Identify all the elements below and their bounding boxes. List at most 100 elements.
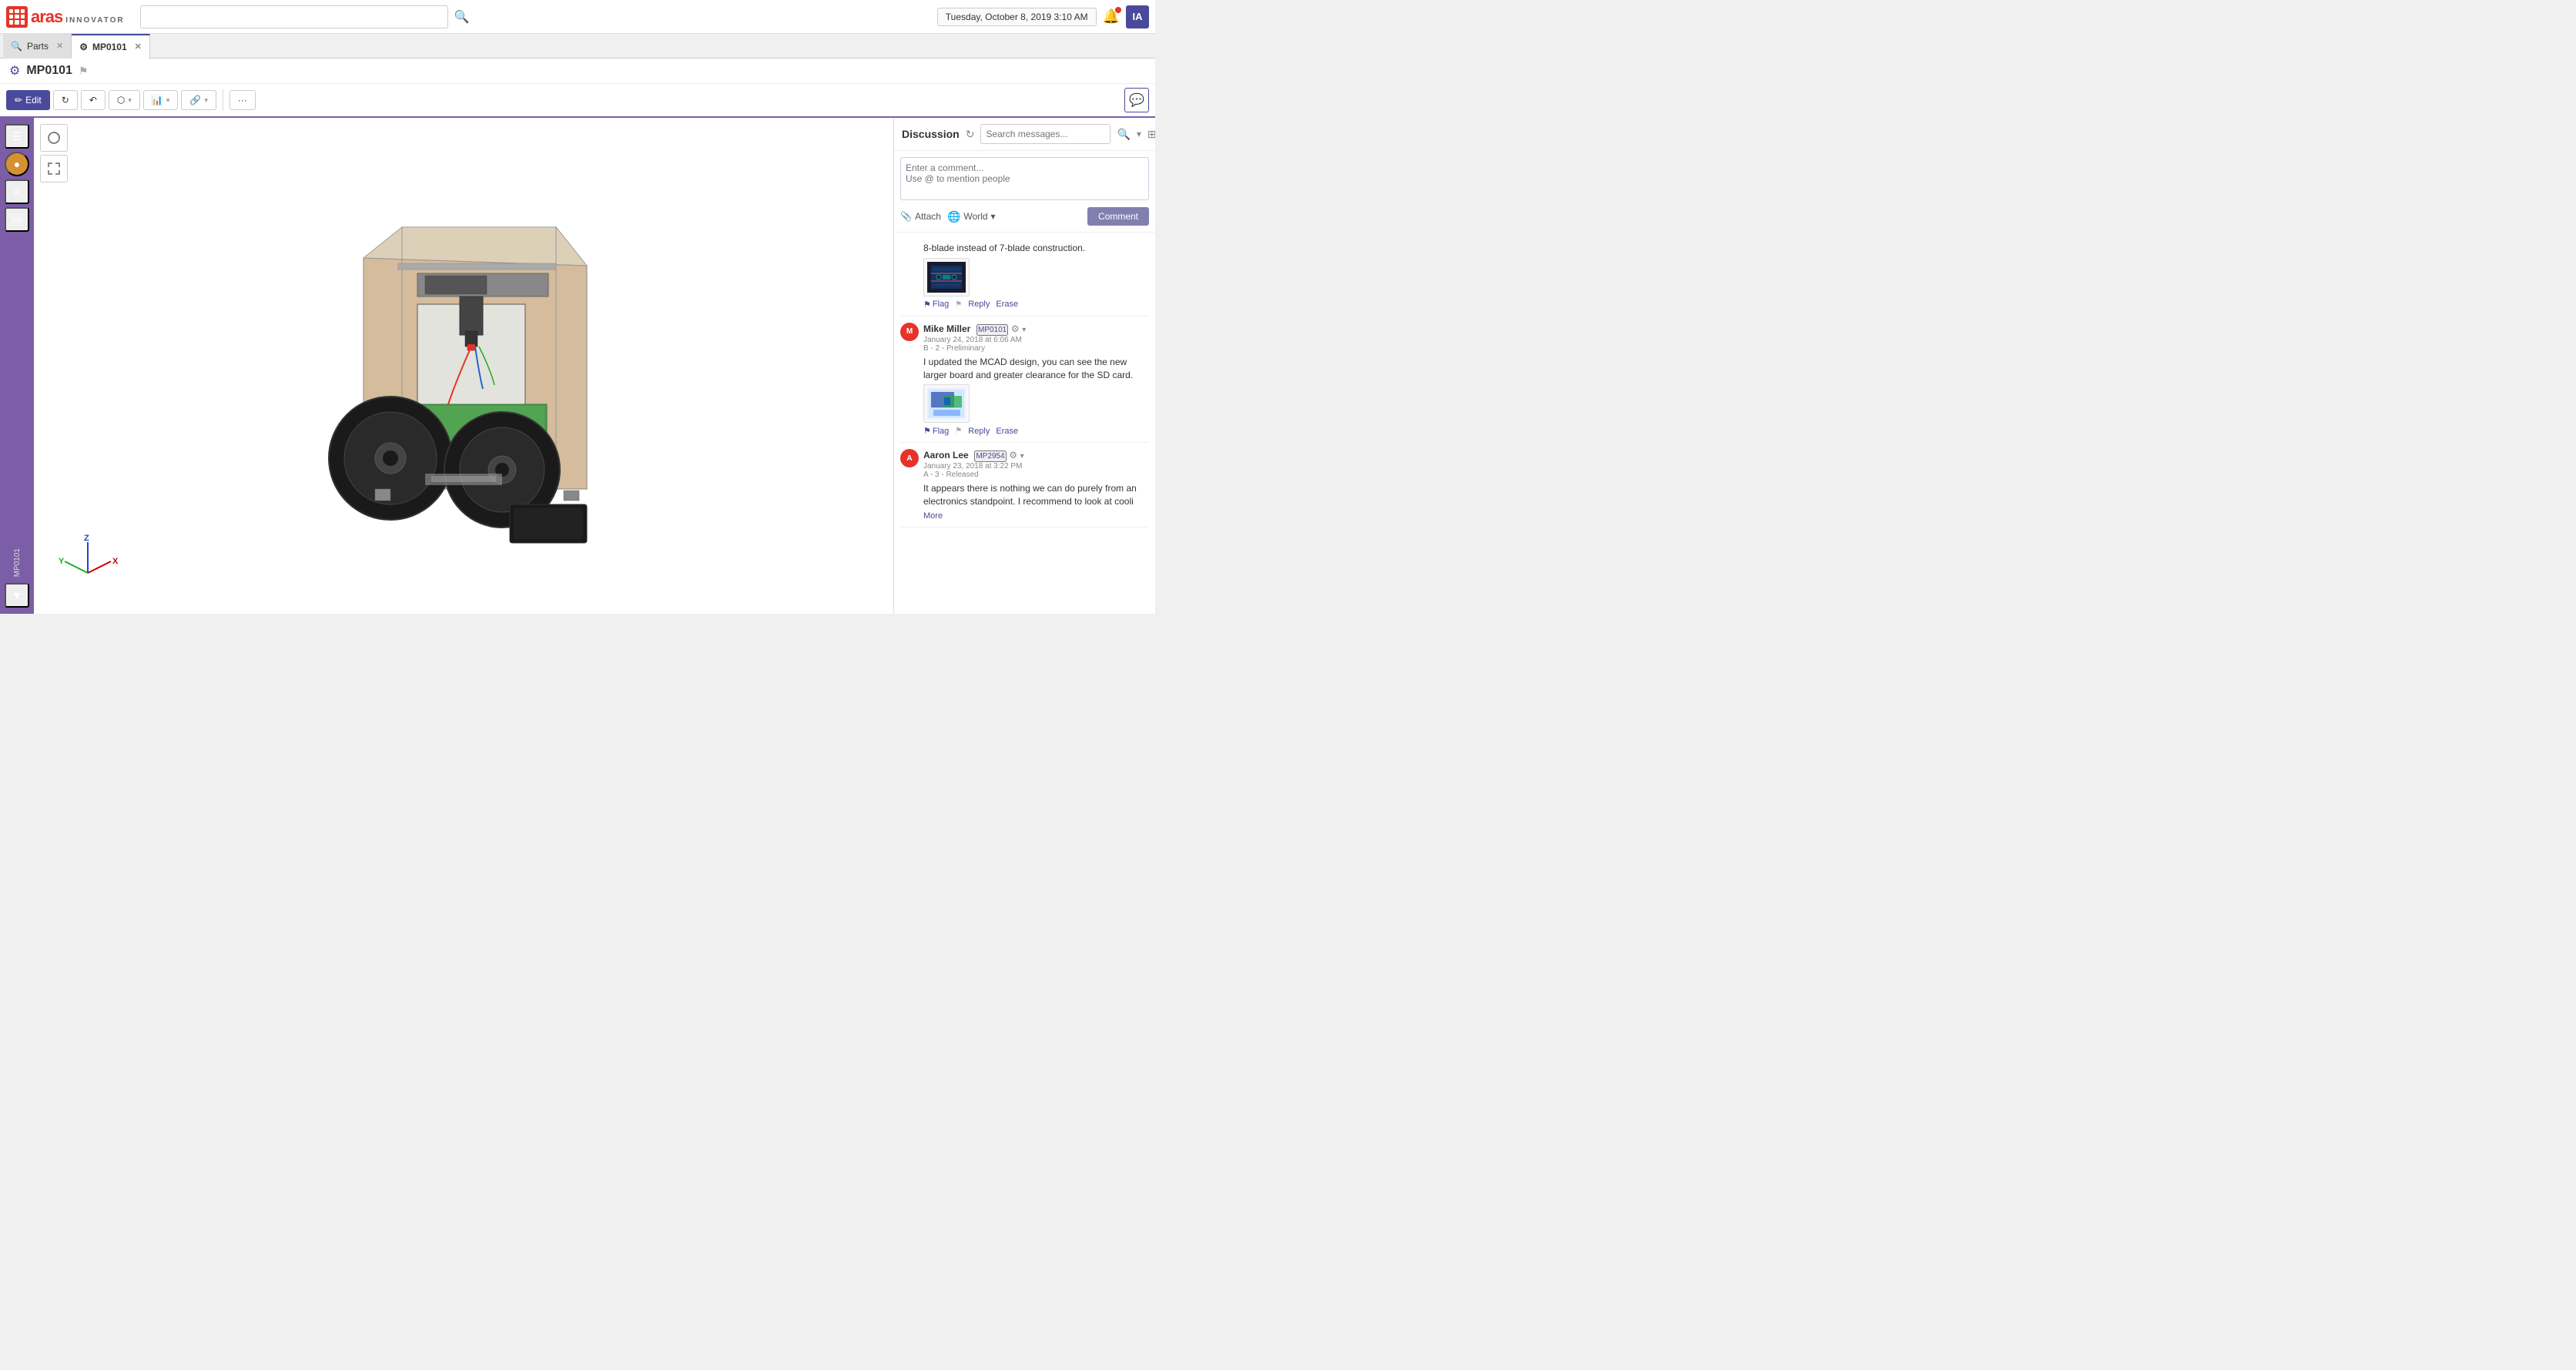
comment-input-area: Enter a comment... Use @ to mention peop… [894,151,1155,233]
datetime-display: Tuesday, October 8, 2019 3:10 AM [937,8,1097,26]
comment-more-link[interactable]: More [900,511,1149,521]
comment-dropdown-button[interactable]: ▾ [1022,326,1026,334]
comment-meta: Aaron Lee MP2954 ⚙ ▾ January 23, 2018 at… [923,449,1149,479]
item-header: ⚙ MP0101 ⚑ [0,59,1155,84]
tab-mp0101[interactable]: ⚙ MP0101 ✕ [72,34,150,59]
cad-viewport: X Y Z [34,118,893,614]
global-search-input[interactable] [140,5,448,28]
attach-label: Attach [915,211,941,222]
more-icon: ··· [238,95,247,106]
logo-grid-icon [6,6,28,28]
refresh-icon: ↻ [62,95,69,106]
user-avatar-button[interactable]: IA [1126,5,1149,28]
attach-button[interactable]: 📎 Attach [900,211,941,222]
comment-erase-button[interactable]: Erase [996,300,1018,309]
attach-icon: 📎 [900,211,912,222]
comment-reply-button[interactable]: Reply [968,427,990,436]
viewport-fit-button[interactable] [40,155,68,183]
comment-meta: Mike Miller MP0101 ⚙ ▾ January 24, 2018 … [923,323,1149,353]
world-caret: ▾ [991,211,996,222]
comment-item: M Mike Miller MP0101 ⚙ ▾ January 24, 201… [900,317,1149,444]
mp0101-tab-icon: ⚙ [79,42,88,52]
comment-image [923,384,970,423]
tabs-bar: 🔍 Parts ✕ ⚙ MP0101 ✕ [0,34,1155,59]
page-title: MP0101 [26,64,72,78]
structure-button[interactable]: ⬡ ▾ [109,90,140,110]
mp0101-tab-close[interactable]: ✕ [135,42,142,52]
discussion-search-button[interactable]: 🔍 [1117,128,1130,141]
comment-flag-button[interactable]: ⚑ Flag [923,426,949,436]
comment-image [923,258,970,296]
comment-actions-bar: ⚑ Flag ⚑ Reply Erase [900,300,1149,310]
world-label: World [963,211,987,222]
sidebar-item-label: MP0101 [13,542,22,577]
comment-reply-button[interactable]: Reply [968,300,990,309]
main-content: ☰ ● ≡ 🖼 MP0101 ▼ [0,118,1155,614]
undo-button[interactable]: ↶ [81,90,106,110]
comments-list: 8-blade instead of 7-blade construction. [894,233,1155,614]
discussion-grid-button[interactable]: ⊞ [1147,128,1155,141]
viewport-toolbar [40,124,68,183]
toolbar: ✏ Edit ↻ ↶ ⬡ ▾ 📊 ▾ 🔗 ▾ ··· 💬 [0,84,1155,118]
chart-button[interactable]: 📊 ▾ [143,90,178,110]
discussion-refresh-button[interactable]: ↻ [966,128,975,141]
edit-label: Edit [25,95,42,106]
logo: aras INNOVATOR [6,6,125,28]
discussion-title: Discussion [902,128,960,140]
sidebar-expand-icon[interactable]: ▼ [5,583,29,608]
parts-tab-close[interactable]: ✕ [56,41,63,51]
edit-button[interactable]: ✏ Edit [6,90,50,110]
parts-tab-icon: 🔍 [11,41,22,52]
avatar: A [900,449,919,467]
chart-caret: ▾ [166,96,170,105]
comment-status: B - 2 - Preliminary [923,344,1149,353]
logo-innovator: INNOVATOR [65,16,124,25]
notification-badge [1115,7,1121,13]
chat-icon: 💬 [1129,92,1144,108]
notifications-button[interactable]: 🔔 [1103,8,1120,25]
comment-date: January 23, 2018 at 3:22 PM [923,462,1149,471]
comment-actions-bar: 📎 Attach 🌐 World ▾ Comment [900,207,1149,226]
flag-indicator: ⚑ [955,427,962,435]
more-button[interactable]: ··· [229,90,256,110]
comment-textarea[interactable]: Enter a comment... Use @ to mention peop… [900,157,1149,200]
discussion-toggle-button[interactable]: 💬 [1124,88,1149,112]
flag-icon: ⚑ [923,300,931,310]
flag-icon: ⚑ [923,426,931,436]
sidebar-image-icon[interactable]: 🖼 [5,207,29,232]
chart-icon: 📊 [152,95,163,106]
structure-icon: ⬡ [117,95,125,106]
world-visibility-button[interactable]: 🌐 World ▾ [947,210,996,223]
sidebar-item-icon[interactable]: ● [5,152,29,176]
link-button[interactable]: 🔗 ▾ [181,90,216,110]
sidebar-list-icon[interactable]: ≡ [5,179,29,204]
comment-header: A Aaron Lee MP2954 ⚙ ▾ January 23, 2018 … [900,449,1149,479]
comment-date: January 24, 2018 at 6:06 AM [923,336,1149,344]
parts-tab-label: Parts [27,41,49,52]
sidebar-nav-icon[interactable]: ☰ [5,124,29,149]
comment-erase-button[interactable]: Erase [996,427,1018,436]
comment-ref-link[interactable]: MP2954 [974,451,1006,462]
refresh-button[interactable]: ↻ [53,90,78,110]
comment-settings-button[interactable]: ⚙ [1009,450,1017,461]
axes-indicator: X Y Z [57,534,119,591]
comment-item: 8-blade instead of 7-blade construction. [900,233,1149,317]
top-bar: aras INNOVATOR 🔍 Tuesday, October 8, 201… [0,0,1155,34]
tab-parts[interactable]: 🔍 Parts ✕ [3,34,72,59]
comment-dropdown-button[interactable]: ▾ [1020,452,1024,461]
comment-flag-button[interactable]: ⚑ Flag [923,300,949,310]
item-flag-button[interactable]: ⚑ [79,65,89,78]
comment-actions-bar: ⚑ Flag ⚑ Reply Erase [900,426,1149,436]
discussion-filter-button[interactable]: ▾ [1137,129,1141,139]
comment-ref-link[interactable]: MP0101 [976,324,1008,336]
edit-icon: ✏ [15,95,22,106]
viewport-rotate-button[interactable] [40,124,68,152]
flag-indicator: ⚑ [955,300,962,309]
global-search-button[interactable]: 🔍 [454,9,470,25]
comment-settings-button[interactable]: ⚙ [1011,323,1020,334]
comment-submit-button[interactable]: Comment [1087,207,1149,226]
comment-item: A Aaron Lee MP2954 ⚙ ▾ January 23, 2018 … [900,443,1149,528]
discussion-search-input[interactable] [980,124,1110,144]
svg-text:X: X [112,557,119,566]
svg-text:Y: Y [59,557,65,566]
